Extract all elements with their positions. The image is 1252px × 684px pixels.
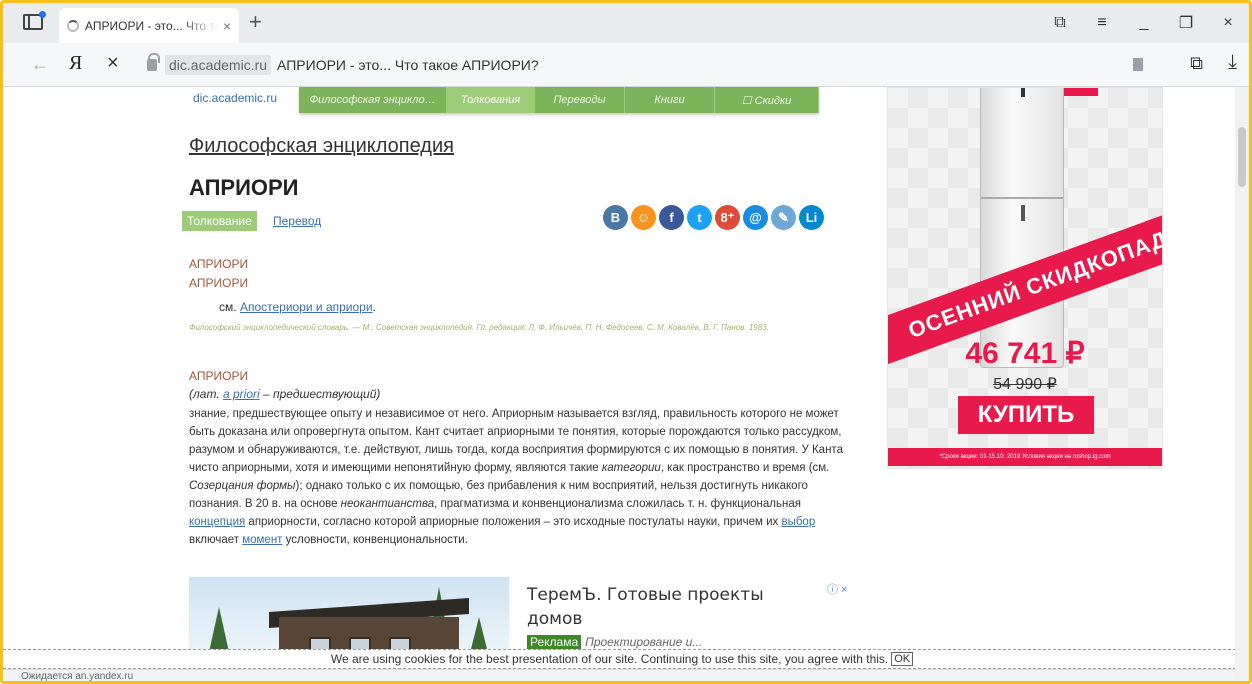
entry-heading: АПРИОРИ bbox=[189, 257, 249, 271]
nav-tab-books[interactable]: Книги bbox=[625, 87, 715, 113]
see-also-line: см. Апостериори и априори. bbox=[219, 300, 376, 314]
a-priori-link[interactable]: a priori bbox=[223, 387, 260, 401]
browser-window: АПРИОРИ - это... Что та × + ⧉ ≡ _ ❐ × ← … bbox=[0, 0, 1252, 684]
interpretation-badge: Толкование bbox=[182, 211, 257, 231]
new-tab-button[interactable]: + bbox=[249, 9, 262, 35]
stop-loading-button[interactable]: × bbox=[107, 52, 119, 75]
nav-tab-interpretations[interactable]: Толкования bbox=[447, 87, 535, 113]
ad-tag: Реклама bbox=[527, 635, 582, 649]
address-bar: ← Я × dic.academic.ru АПРИОРИ - это... Ч… bbox=[3, 43, 1249, 87]
download-icon[interactable]: ⤓ bbox=[1228, 51, 1237, 74]
ad-banner[interactable]: ОСЕННИЙ СКИДКОПАД 46 741 ₽ 54 990 ₽ КУПИ… bbox=[887, 87, 1163, 469]
livejournal-icon[interactable]: ✎ bbox=[771, 205, 796, 230]
bookmark-icon[interactable] bbox=[1133, 58, 1143, 71]
tab-title: АПРИОРИ - это... Что та bbox=[85, 18, 219, 33]
url-field[interactable]: dic.academic.ru АПРИОРИ - это... Что так… bbox=[147, 51, 1147, 79]
site-nav: Философская энцикло… Толкования Переводы… bbox=[299, 87, 819, 113]
ad-title[interactable]: ТеремЪ. Готовые проекты домов bbox=[527, 583, 807, 631]
choice-link[interactable]: выбор bbox=[781, 516, 815, 528]
fridge-handle bbox=[1021, 205, 1025, 221]
entry-heading-2: АПРИОРИ bbox=[189, 369, 249, 383]
fridge-handle bbox=[1021, 88, 1025, 97]
para-text-6: включает bbox=[189, 534, 243, 546]
page-title: АПРИОРИ bbox=[189, 175, 299, 200]
ad-info-close-icon[interactable]: ⓘ × bbox=[827, 581, 847, 597]
scrollbar-thumb[interactable] bbox=[1238, 127, 1246, 187]
lock-icon bbox=[147, 53, 160, 71]
fridge-divider bbox=[981, 197, 1063, 199]
para-text-2: , как пространство и время (см. bbox=[660, 462, 830, 474]
lat-prefix: (лат. bbox=[189, 387, 223, 401]
social-share-bar: В ☺ f t 8⁺ @ ✎ Li bbox=[603, 205, 824, 230]
url-domain: dic.academic.ru bbox=[165, 55, 272, 75]
tab-manager-icon[interactable]: ⧉ bbox=[1039, 14, 1081, 32]
site-logo[interactable]: dic.academic.ru bbox=[193, 91, 277, 105]
see-also-link[interactable]: Апостериори и априори bbox=[240, 300, 373, 314]
cookie-notice: We are using cookies for the best presen… bbox=[3, 649, 1241, 669]
vk-icon[interactable]: В bbox=[603, 205, 628, 230]
status-bar: Ожидается an.yandex.ru bbox=[3, 669, 1241, 681]
yandex-home-button[interactable]: Я bbox=[69, 52, 82, 75]
ad-subtitle: Реклама Проектирование и... bbox=[527, 635, 702, 649]
banner-legal-text: *Сроки акции: 01-15.10. 2019 Условия акц… bbox=[888, 448, 1162, 466]
para-em-categories: категории bbox=[601, 462, 661, 474]
ad-sub-text: Проектирование и... bbox=[585, 635, 703, 649]
para-text-5: априорности, согласно которой априорные … bbox=[245, 516, 782, 528]
window-controls: ⧉ ≡ _ ❐ × bbox=[1039, 3, 1249, 43]
price-old: 54 990 ₽ bbox=[993, 376, 1057, 393]
nav-tab-encyclopedia[interactable]: Философская энцикло… bbox=[299, 87, 447, 113]
moment-link[interactable]: момент bbox=[242, 534, 282, 546]
lat-suffix: – предшествующий) bbox=[259, 387, 381, 401]
minimize-button[interactable]: _ bbox=[1123, 14, 1165, 32]
nav-tab-discounts[interactable]: ☐ Скидки bbox=[715, 87, 819, 113]
definition-paragraph: знание, предшествующее опыту и независим… bbox=[189, 405, 859, 549]
buy-button[interactable]: КУПИТЬ bbox=[958, 396, 1094, 434]
twitter-icon[interactable]: t bbox=[687, 205, 712, 230]
ok-icon[interactable]: ☺ bbox=[631, 205, 656, 230]
mailru-icon[interactable]: @ bbox=[743, 205, 768, 230]
page-content: dic.academic.ru Философская энцикло… Тол… bbox=[3, 87, 1241, 681]
back-button[interactable]: ← bbox=[31, 54, 49, 75]
cookie-ok-button[interactable]: OK bbox=[891, 652, 914, 666]
browser-tab[interactable]: АПРИОРИ - это... Что та × bbox=[59, 8, 239, 43]
etymology-line: (лат. a priori – предшествующий) bbox=[189, 387, 380, 401]
para-em-forms: Созерцания формы bbox=[189, 480, 296, 492]
url-page-title: АПРИОРИ - это... Что такое АПРИОРИ? bbox=[277, 57, 539, 73]
see-prefix: см. bbox=[219, 300, 237, 314]
see-suffix: . bbox=[372, 300, 376, 314]
extension-icon[interactable]: ⧉ bbox=[1190, 53, 1203, 74]
liveinternet-icon[interactable]: Li bbox=[799, 205, 824, 230]
concept-link[interactable]: концепция bbox=[189, 516, 245, 528]
dictionary-title[interactable]: Философская энциклопедия bbox=[189, 135, 454, 158]
loading-spinner-icon bbox=[67, 19, 79, 32]
tabs-overview-icon[interactable] bbox=[23, 11, 46, 30]
para-em-neokantianism: неокантианства bbox=[340, 498, 435, 510]
googleplus-icon[interactable]: 8⁺ bbox=[715, 205, 740, 230]
cookie-text: We are using cookies for the best presen… bbox=[330, 652, 889, 666]
price-new: 46 741 ₽ bbox=[965, 337, 1085, 370]
nav-tab-translations[interactable]: Переводы bbox=[535, 87, 625, 113]
translation-link[interactable]: Перевод bbox=[273, 214, 321, 228]
menu-icon[interactable]: ≡ bbox=[1081, 14, 1123, 32]
tab-close-icon[interactable]: × bbox=[223, 18, 231, 34]
facebook-icon[interactable]: f bbox=[659, 205, 684, 230]
para-text-7: условности, конвенциональности. bbox=[282, 534, 468, 546]
tab-bar: АПРИОРИ - это... Что та × + ⧉ ≡ _ ❐ × bbox=[3, 3, 1249, 43]
para-text-4: , прагматизма и конвенционализма сложила… bbox=[434, 498, 801, 510]
close-window-button[interactable]: × bbox=[1207, 14, 1249, 32]
entry-subheading: АПРИОРИ bbox=[189, 276, 249, 290]
restore-button[interactable]: ❐ bbox=[1165, 13, 1207, 33]
scrollbar[interactable] bbox=[1235, 87, 1249, 681]
source-citation: Философский энциклопедический словарь. —… bbox=[189, 323, 769, 332]
